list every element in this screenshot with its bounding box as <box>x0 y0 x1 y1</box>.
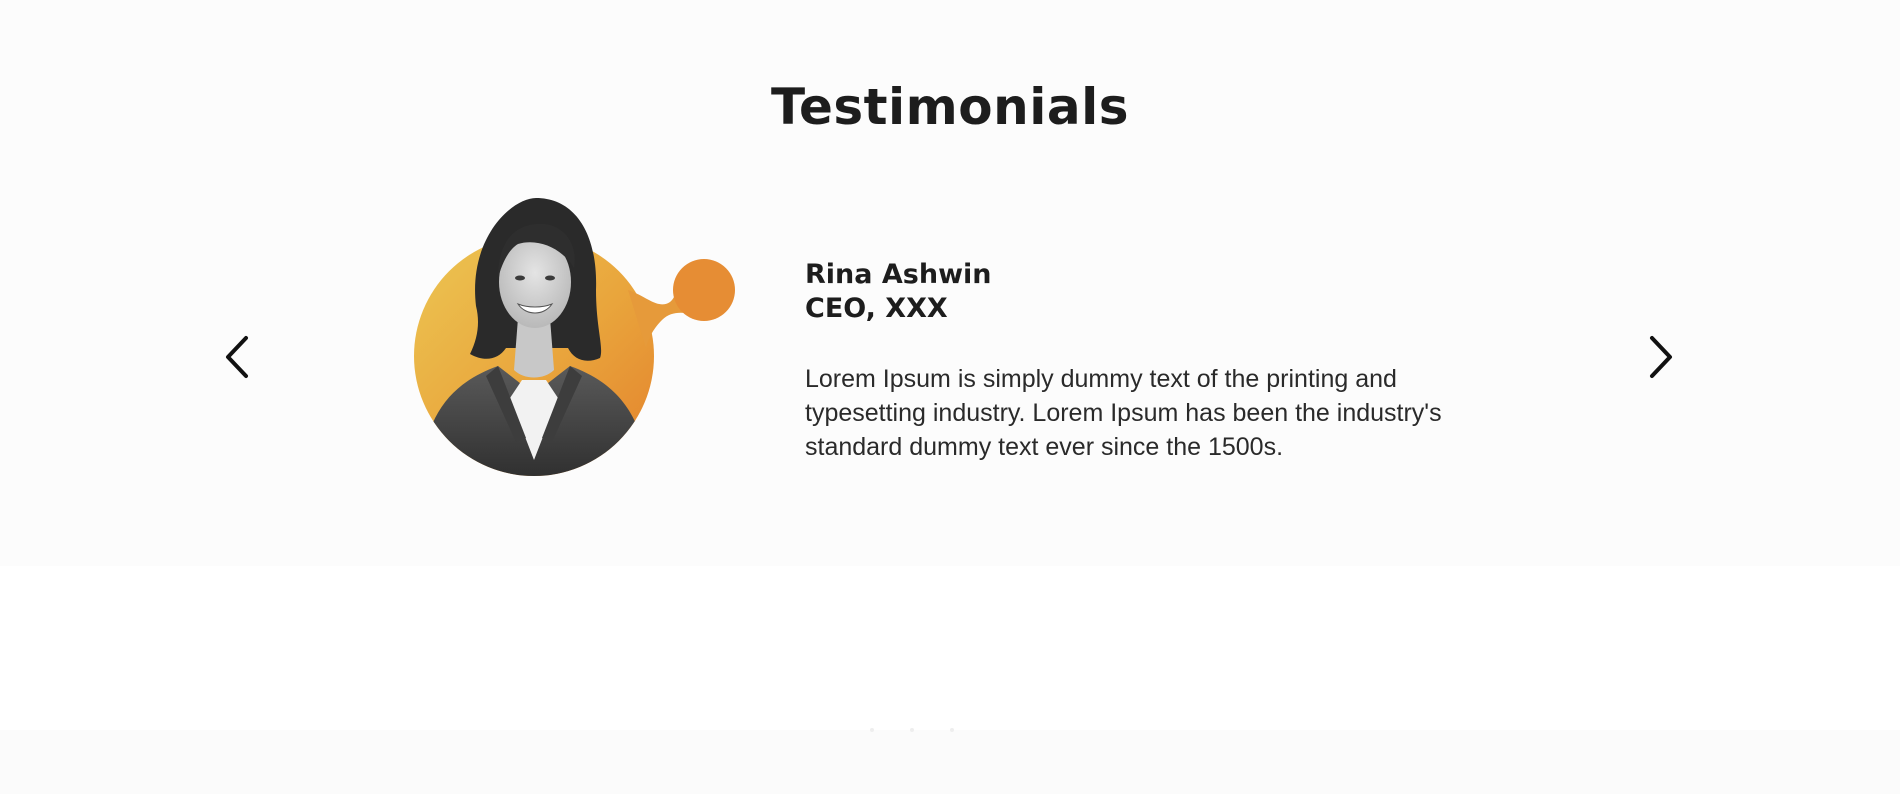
carousel-next-button[interactable] <box>1642 332 1682 382</box>
carousel-pagination <box>870 728 954 732</box>
carousel-prev-button[interactable] <box>216 332 256 382</box>
pagination-dot[interactable] <box>910 728 914 732</box>
pagination-dot[interactable] <box>950 728 954 732</box>
chevron-left-icon <box>226 336 248 378</box>
author-role: CEO, XXX <box>805 293 948 324</box>
pagination-dot[interactable] <box>870 728 874 732</box>
testimonial-author: Rina Ashwin CEO, XXX <box>805 258 992 326</box>
testimonial-quote: Lorem Ipsum is simply dummy text of the … <box>805 365 1442 461</box>
section-title: Testimonials <box>770 78 1129 136</box>
footer-band <box>0 730 1900 794</box>
testimonial-avatar <box>408 198 744 482</box>
chevron-right-icon <box>1650 336 1672 378</box>
author-name: Rina Ashwin <box>805 259 992 290</box>
